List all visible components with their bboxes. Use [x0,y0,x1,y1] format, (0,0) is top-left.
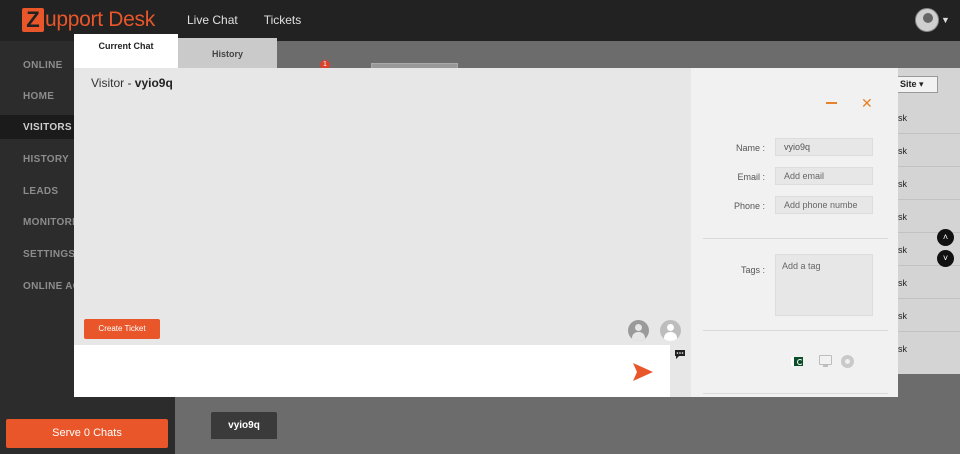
tab-history[interactable]: History [178,38,277,68]
sidebar-item-online-agents[interactable]: ONLINE AG [23,281,81,292]
divider [703,238,888,239]
message-input[interactable] [74,345,670,397]
logo-mark: Z [22,8,44,32]
tags-label: Tags : [740,265,765,275]
create-ticket-button[interactable]: Create Ticket [84,319,160,339]
nav-tickets[interactable]: Tickets [264,13,302,27]
browser-icon [841,355,854,368]
send-icon[interactable] [632,361,654,383]
email-label: Email : [737,172,765,182]
table-row: sk [888,101,960,134]
nav-live-chat[interactable]: Live Chat [187,13,238,27]
tab-current-chat[interactable]: Current Chat [74,34,178,68]
divider [703,330,888,331]
agent-avatar [628,320,649,341]
sidebar-item-history[interactable]: HISTORY [23,154,69,165]
table-row: sk [888,299,960,332]
name-field[interactable] [775,138,873,156]
tags-input[interactable] [775,254,873,316]
sidebar-item-leads[interactable]: LEADS [23,186,58,197]
user-avatar[interactable] [915,8,939,32]
user-icon [660,320,681,341]
divider [703,393,888,394]
close-icon[interactable]: ✕ [861,96,873,110]
scroll-down-icon[interactable]: ˅ [937,250,954,267]
monitor-icon [819,355,832,367]
visitor-info-panel [691,68,898,397]
visitor-name: vyio9q [134,76,173,90]
logo[interactable]: Z upport Desk [22,7,155,33]
scroll-up-icon[interactable]: ˄ [937,229,954,246]
chat-transcript-area [74,68,691,345]
serve-chats-button[interactable]: Serve 0 Chats [6,419,168,448]
name-label: Name : [735,143,765,153]
top-nav: Live Chat Tickets [187,13,301,27]
minimize-icon[interactable] [826,102,837,104]
email-field[interactable] [775,167,873,185]
phone-field[interactable] [775,196,873,214]
table-row: sk [888,266,960,299]
chat-bubble-icon[interactable] [675,350,685,359]
table-row: sk [898,344,907,354]
pakistan-flag-icon [791,357,803,366]
sidebar-item-online[interactable]: ONLINE [23,60,63,71]
table-row: sk [888,167,960,200]
chat-tab-vyio9q[interactable]: vyio9q [211,412,277,439]
sidebar-item-monitoring[interactable]: MONITORI [23,217,75,228]
table-row: sk [888,200,960,233]
sidebar-item-settings[interactable]: SETTINGS [23,249,75,260]
visitors-table: sk sk sk sk sk sk sk sk [888,68,960,374]
phone-label: Phone : [733,201,765,211]
visitor-title: Visitor - vyio9q [91,76,173,90]
chevron-down-icon[interactable]: ▼ [941,15,950,25]
table-row: sk [888,134,960,167]
sidebar-item-home[interactable]: HOME [23,91,54,102]
logo-text: upport Desk [45,8,155,31]
sidebar-item-visitors[interactable]: VISITORS [23,122,72,133]
